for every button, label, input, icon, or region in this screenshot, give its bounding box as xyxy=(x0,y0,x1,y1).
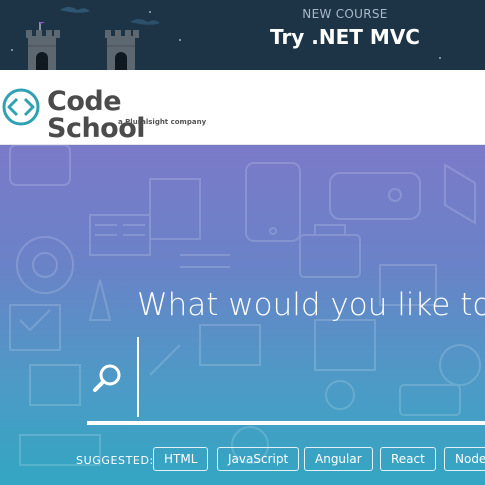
search-input[interactable] xyxy=(137,337,485,417)
banner-course-link[interactable]: Try .NET MVC xyxy=(200,25,485,49)
site-header: Code School a Pluralsight company xyxy=(0,70,485,145)
logo-tagline: a Pluralsight company xyxy=(118,118,207,126)
castle-icon xyxy=(26,22,60,70)
search-underline xyxy=(87,421,485,425)
suggestion-chip-javascript[interactable]: JavaScript xyxy=(217,447,300,471)
code-school-logo-icon xyxy=(2,88,40,126)
hero-search-section: What would you like to learn? SUGGESTED:… xyxy=(0,145,485,485)
logo-text: Code School xyxy=(47,86,146,144)
castle-icon xyxy=(105,30,139,70)
suggestion-chip-node[interactable]: Node xyxy=(444,447,485,471)
suggestion-chip-react[interactable]: React xyxy=(380,447,436,471)
hero-question: What would you like to learn? xyxy=(137,287,485,323)
promo-banner[interactable]: NEW COURSE Try .NET MVC xyxy=(0,0,485,70)
banner-text: NEW COURSE Try .NET MVC xyxy=(200,0,485,70)
banner-eyebrow: NEW COURSE xyxy=(302,7,388,21)
search-caret xyxy=(137,337,139,417)
suggested-label: SUGGESTED: xyxy=(76,454,154,467)
search-icon xyxy=(93,364,121,392)
suggestion-chip-html[interactable]: HTML xyxy=(153,447,209,471)
suggestion-chip-angular[interactable]: Angular xyxy=(304,447,373,471)
logo-link[interactable]: Code School a Pluralsight company xyxy=(0,70,220,145)
